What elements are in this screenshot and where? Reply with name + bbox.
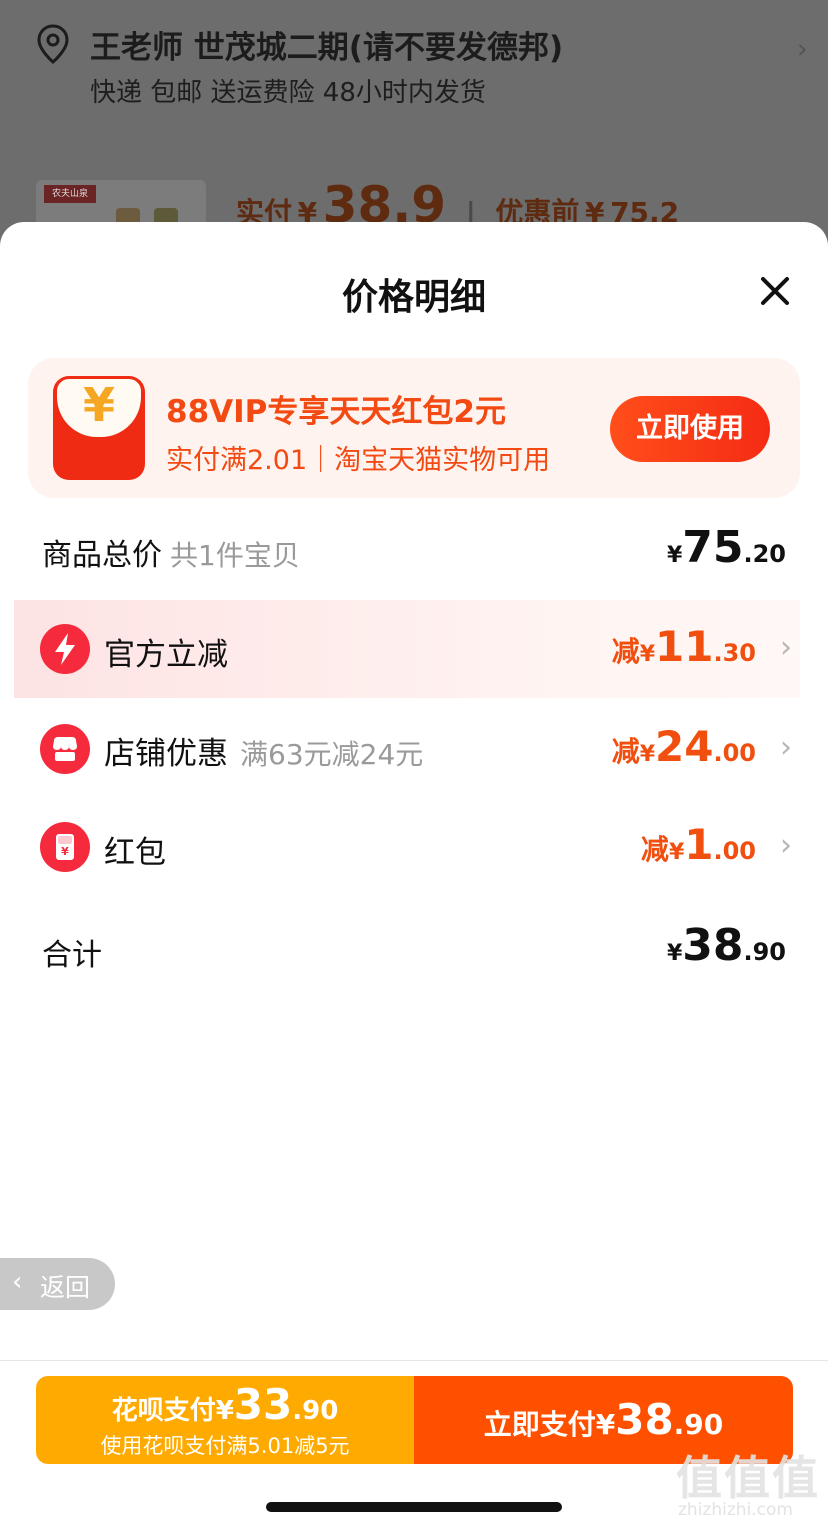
location-pin-icon xyxy=(37,24,69,64)
close-icon[interactable] xyxy=(754,270,796,312)
amount-decimal: .00 xyxy=(713,739,756,767)
watermark-site: zhizhizhi.com xyxy=(678,1500,793,1520)
amount-decimal: .90 xyxy=(673,1408,724,1441)
amount-decimal: .90 xyxy=(743,938,786,966)
amount-decimal: .00 xyxy=(713,837,756,865)
pay-now-label: 立即支付 xyxy=(483,1408,596,1441)
chevron-right-icon: › xyxy=(780,828,792,863)
subtotal-amount: ¥75.20 xyxy=(667,522,786,573)
discount-label: 官方立减 xyxy=(104,629,228,674)
minus-prefix: 减 xyxy=(611,735,640,768)
subtotal-label: 商品总价 xyxy=(42,538,162,573)
discount-row-store[interactable]: 店铺优惠 满63元减24元 减¥24.00 › xyxy=(0,700,828,798)
red-packet-label: 红包 xyxy=(104,835,166,871)
total-row: 合计 ¥38.90 xyxy=(0,920,828,980)
subtotal-row: 商品总价 共1件宝贝 ¥75.20 xyxy=(0,522,828,582)
use-now-button[interactable]: 立即使用 xyxy=(610,396,770,462)
official-discount-amount: 减¥11.30 xyxy=(612,622,756,671)
amount-decimal: .20 xyxy=(743,540,786,568)
huabei-label: 花呗支付 xyxy=(111,1396,216,1426)
discount-label: 店铺优惠 满63元减24元 xyxy=(104,728,423,773)
currency-symbol: ¥ xyxy=(215,1396,234,1426)
amount-integer: 75 xyxy=(682,522,744,573)
store-discount-rule: 满63元减24元 xyxy=(240,738,424,771)
currency-symbol: ¥ xyxy=(595,1408,616,1441)
shipping-info: 快递 包邮 送运费险 48小时内发货 xyxy=(90,78,486,108)
lightning-icon xyxy=(40,624,90,674)
home-indicator[interactable] xyxy=(266,1502,562,1512)
price-detail-sheet: 价格明细 ¥ 88VIP专享天天红包2元 实付满2.01｜淘宝天猫实物可用 立即… xyxy=(0,222,828,1529)
red-envelope-icon: ¥ xyxy=(53,376,145,480)
watermark-mark: 值值值 xyxy=(676,1451,820,1505)
amount-integer: 33 xyxy=(233,1380,293,1429)
back-button[interactable]: ‹ 返回 xyxy=(0,1258,115,1310)
discount-label: 红包 xyxy=(104,827,166,872)
discount-row-official[interactable]: 官方立减 减¥11.30 › xyxy=(0,600,828,698)
chevron-right-icon: › xyxy=(796,32,808,65)
product-brand-tag: 农夫山泉 xyxy=(44,185,96,203)
svg-text:¥: ¥ xyxy=(61,845,69,858)
minus-prefix: 减 xyxy=(611,635,640,668)
official-discount-label: 官方立减 xyxy=(104,637,228,673)
promo-title: 88VIP专享天天红包2元 xyxy=(166,394,506,430)
store-discount-label: 店铺优惠 xyxy=(104,736,228,772)
huabei-promo-text: 使用花呗支付满5.01减5元 xyxy=(100,1434,350,1458)
currency-symbol: ¥ xyxy=(639,642,656,667)
vip-red-packet-banner: ¥ 88VIP专享天天红包2元 实付满2.01｜淘宝天猫实物可用 立即使用 xyxy=(28,358,800,498)
total-amount: ¥38.90 xyxy=(667,920,786,971)
currency-symbol: ¥ xyxy=(668,840,685,865)
site-watermark: 值值值 zhizhizhi.com xyxy=(676,1442,826,1528)
back-label: 返回 xyxy=(40,1273,91,1302)
huabei-pay-price: 花呗支付¥33.90 xyxy=(36,1380,414,1429)
envelope-yen-symbol: ¥ xyxy=(82,378,115,432)
total-label: 合计 xyxy=(42,938,102,973)
amount-integer: 1 xyxy=(684,820,714,869)
currency-symbol: ¥ xyxy=(666,543,683,568)
amount-decimal: .90 xyxy=(292,1396,339,1426)
item-count: 共1件宝贝 xyxy=(170,539,300,572)
chevron-right-icon: › xyxy=(780,730,792,765)
discount-row-red-packet[interactable]: ¥ 红包 减¥1.00 › xyxy=(0,798,828,896)
amount-integer: 24 xyxy=(655,722,714,771)
address-title: 王老师 世茂城二期(请不要发德邦) xyxy=(90,30,564,66)
promo-subtitle: 实付满2.01｜淘宝天猫实物可用 xyxy=(166,445,551,476)
huabei-pay-button[interactable]: 花呗支付¥33.90 使用花呗支付满5.01减5元 xyxy=(36,1376,414,1464)
amount-integer: 38 xyxy=(682,920,744,971)
amount-decimal: .30 xyxy=(713,639,756,667)
currency-symbol: ¥ xyxy=(639,742,656,767)
chevron-right-icon: › xyxy=(780,630,792,665)
divider xyxy=(0,1360,828,1361)
amount-integer: 38 xyxy=(615,1395,674,1444)
red-packet-amount: 减¥1.00 xyxy=(641,820,756,869)
amount-integer: 11 xyxy=(655,622,714,671)
red-packet-icon: ¥ xyxy=(40,822,90,872)
subtotal-label-group: 商品总价 共1件宝贝 xyxy=(42,530,300,574)
minus-prefix: 减 xyxy=(640,833,669,866)
sheet-title: 价格明细 xyxy=(341,277,486,318)
store-discount-amount: 减¥24.00 xyxy=(612,722,756,771)
chevron-left-icon: ‹ xyxy=(12,1267,23,1297)
currency-symbol: ¥ xyxy=(666,941,683,966)
store-icon xyxy=(40,724,90,774)
background-order-page: 王老师 世茂城二期(请不要发德邦) 快递 包邮 送运费险 48小时内发货 › 农… xyxy=(0,0,828,240)
